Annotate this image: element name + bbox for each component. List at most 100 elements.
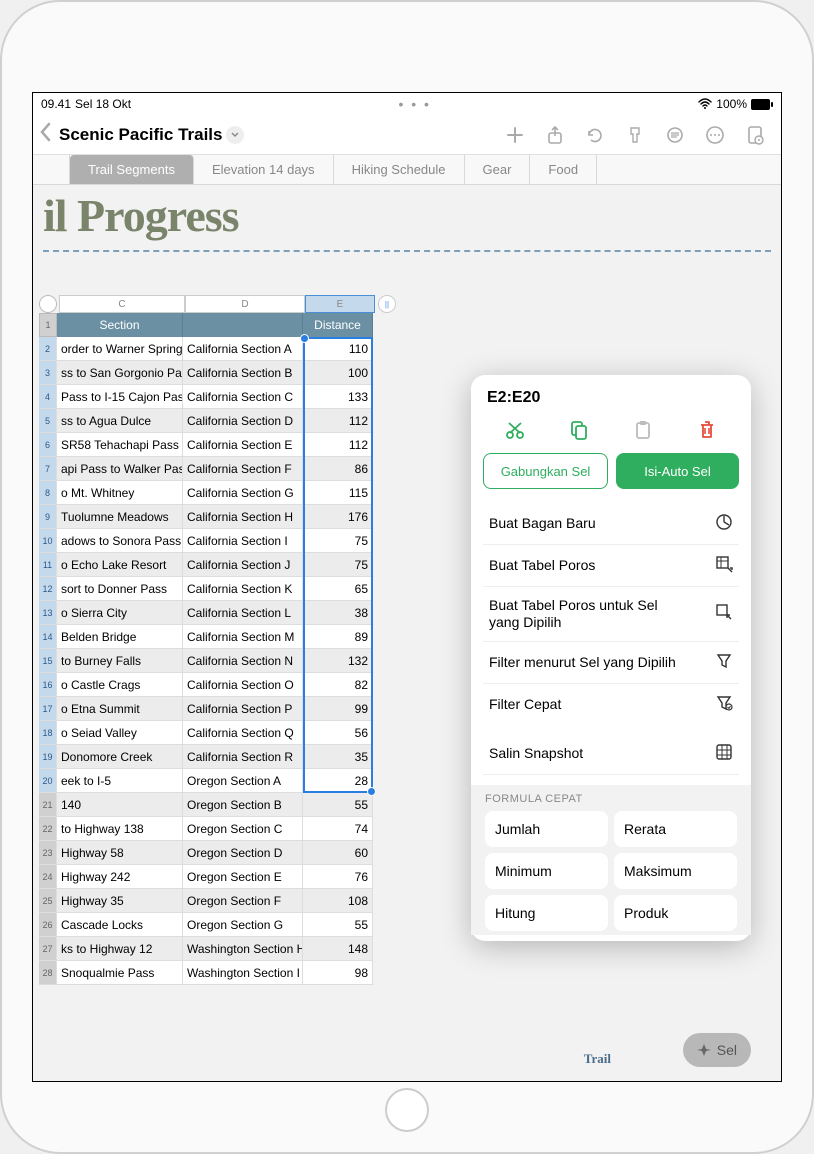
sheet-tab[interactable]: Trail Segments (70, 155, 194, 184)
cell[interactable]: 74 (303, 817, 373, 841)
cell[interactable]: 28 (303, 769, 373, 793)
cut-icon[interactable] (502, 417, 528, 443)
row-number[interactable]: 11 (39, 553, 57, 577)
cell-fab-button[interactable]: Sel (683, 1033, 751, 1067)
table-row[interactable]: 5ss to Agua DulceCalifornia Section D112 (39, 409, 397, 433)
cell[interactable]: California Section E (183, 433, 303, 457)
more-button[interactable] (695, 125, 735, 145)
cell[interactable]: Pass to I-15 Cajon Pass (57, 385, 183, 409)
table-row[interactable]: 22to Highway 138Oregon Section C74 (39, 817, 397, 841)
cell[interactable]: Highway 242 (57, 865, 183, 889)
cell[interactable]: California Section A (183, 337, 303, 361)
cell[interactable]: sort to Donner Pass (57, 577, 183, 601)
cell[interactable]: Oregon Section C (183, 817, 303, 841)
cell[interactable]: 98 (303, 961, 373, 985)
formula-button[interactable]: Hitung (485, 895, 608, 931)
cell[interactable]: Oregon Section D (183, 841, 303, 865)
column-header-c[interactable]: C (59, 295, 185, 313)
add-sheet-button[interactable] (33, 155, 70, 184)
sheet-tab[interactable]: Elevation 14 days (194, 155, 334, 184)
cell[interactable]: o Echo Lake Resort (57, 553, 183, 577)
table-row[interactable]: 2order to Warner SpringsCalifornia Secti… (39, 337, 397, 361)
row-number[interactable]: 8 (39, 481, 57, 505)
cell[interactable]: 82 (303, 673, 373, 697)
row-number[interactable]: 2 (39, 337, 57, 361)
formula-button[interactable]: Minimum (485, 853, 608, 889)
cell[interactable]: 38 (303, 601, 373, 625)
organize-button[interactable] (655, 126, 695, 144)
cell[interactable]: California Section H (183, 505, 303, 529)
cell[interactable]: to Highway 138 (57, 817, 183, 841)
document-title[interactable]: Scenic Pacific Trails (59, 125, 222, 145)
cell[interactable]: Washington Section H (183, 937, 303, 961)
cell[interactable]: 112 (303, 409, 373, 433)
cell[interactable]: California Section P (183, 697, 303, 721)
delete-icon[interactable] (694, 417, 720, 443)
row-number[interactable]: 5 (39, 409, 57, 433)
table-row[interactable]: 9Tuolumne MeadowsCalifornia Section H176 (39, 505, 397, 529)
cell[interactable]: 55 (303, 913, 373, 937)
share-button[interactable] (535, 125, 575, 145)
row-number[interactable]: 22 (39, 817, 57, 841)
cell[interactable]: Cascade Locks (57, 913, 183, 937)
cell[interactable]: 132 (303, 649, 373, 673)
row-number[interactable]: 17 (39, 697, 57, 721)
cell[interactable]: ks to Highway 12 (57, 937, 183, 961)
row-number[interactable]: 25 (39, 889, 57, 913)
copy-snapshot-button[interactable]: Salin Snapshot (489, 745, 583, 762)
table-row[interactable]: 13o Sierra CityCalifornia Section L38 (39, 601, 397, 625)
menu-item[interactable]: Filter menurut Sel yang Dipilih (483, 642, 739, 684)
cell[interactable]: California Section Q (183, 721, 303, 745)
cell[interactable]: Tuolumne Meadows (57, 505, 183, 529)
cell[interactable]: 108 (303, 889, 373, 913)
table-row[interactable]: 20eek to I-5Oregon Section A28 (39, 769, 397, 793)
table-row[interactable]: 11o Echo Lake ResortCalifornia Section J… (39, 553, 397, 577)
cell[interactable]: California Section O (183, 673, 303, 697)
merge-cells-button[interactable]: Gabungkan Sel (483, 453, 608, 489)
cell[interactable]: California Section F (183, 457, 303, 481)
format-brush-button[interactable] (615, 125, 655, 145)
cell[interactable]: 140 (57, 793, 183, 817)
table-row[interactable]: 7api Pass to Walker PassCalifornia Secti… (39, 457, 397, 481)
table-row[interactable]: 3ss to San Gorgonio PassCalifornia Secti… (39, 361, 397, 385)
cell[interactable]: 99 (303, 697, 373, 721)
table-row[interactable]: 12sort to Donner PassCalifornia Section … (39, 577, 397, 601)
cell[interactable]: ss to Agua Dulce (57, 409, 183, 433)
cell[interactable]: California Section K (183, 577, 303, 601)
row-number[interactable]: 7 (39, 457, 57, 481)
collaborate-button[interactable] (735, 125, 775, 145)
cell[interactable]: 100 (303, 361, 373, 385)
cell[interactable]: o Castle Crags (57, 673, 183, 697)
cell[interactable]: 55 (303, 793, 373, 817)
cell[interactable]: o Mt. Whitney (57, 481, 183, 505)
sheet-tab[interactable]: Hiking Schedule (334, 155, 465, 184)
row-number[interactable]: 13 (39, 601, 57, 625)
cell[interactable]: California Section J (183, 553, 303, 577)
row-number[interactable]: 27 (39, 937, 57, 961)
row-number[interactable]: 26 (39, 913, 57, 937)
table-row[interactable]: 24Highway 242Oregon Section E76 (39, 865, 397, 889)
back-button[interactable] (39, 122, 53, 147)
cell[interactable]: California Section R (183, 745, 303, 769)
spreadsheet-table[interactable]: C D E 1 Section Distance 2order to Warne… (39, 295, 397, 985)
cell[interactable]: 112 (303, 433, 373, 457)
cell[interactable]: 75 (303, 553, 373, 577)
cell[interactable]: California Section D (183, 409, 303, 433)
formula-button[interactable]: Rerata (614, 811, 737, 847)
cell[interactable]: California Section G (183, 481, 303, 505)
row-number[interactable]: 3 (39, 361, 57, 385)
column-resize-handle[interactable] (378, 295, 396, 313)
cell[interactable]: Oregon Section F (183, 889, 303, 913)
cell[interactable]: SR58 Tehachapi Pass (57, 433, 183, 457)
cell[interactable]: California Section L (183, 601, 303, 625)
row-number[interactable]: 23 (39, 841, 57, 865)
cell[interactable]: 133 (303, 385, 373, 409)
cell[interactable]: Oregon Section B (183, 793, 303, 817)
table-row[interactable]: 16o Castle CragsCalifornia Section O82 (39, 673, 397, 697)
menu-item[interactable]: Buat Tabel Poros (483, 545, 739, 587)
add-button[interactable] (495, 125, 535, 145)
cell[interactable]: California Section C (183, 385, 303, 409)
cell[interactable]: ss to San Gorgonio Pass (57, 361, 183, 385)
cell[interactable]: 86 (303, 457, 373, 481)
select-all-corner[interactable] (39, 295, 57, 313)
